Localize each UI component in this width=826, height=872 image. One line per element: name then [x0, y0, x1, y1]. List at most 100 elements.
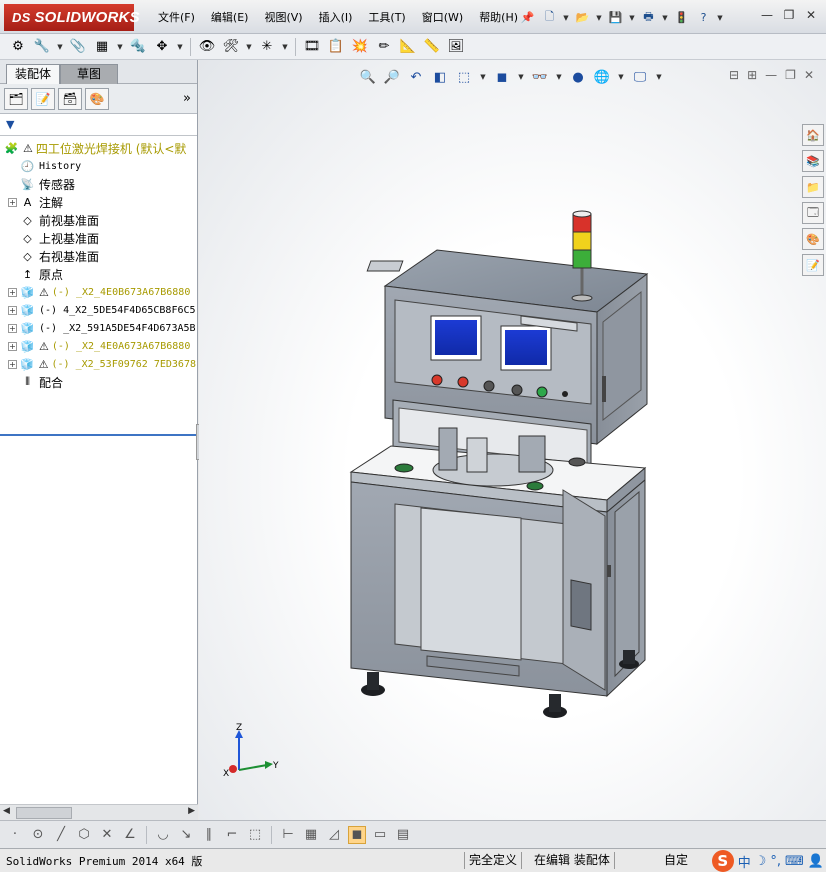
- smart-dimension-icon[interactable]: ↘: [177, 826, 195, 844]
- custom-properties-icon[interactable]: 📝: [802, 254, 824, 276]
- view-palette-icon[interactable]: 🗔: [802, 202, 824, 224]
- scroll-thumb[interactable]: [16, 807, 72, 819]
- tree-item[interactable]: + 🧊 (-) _X2_591A5DE54F4D673A5B: [0, 319, 196, 337]
- polygon-icon[interactable]: ⬡: [75, 826, 93, 844]
- file-explorer-icon[interactable]: 📁: [802, 176, 824, 198]
- restore-icon[interactable]: ❐: [782, 8, 796, 22]
- tree-item[interactable]: 🧩 ⚠ 四工位激光焊接机 (默认<默: [0, 139, 196, 157]
- parallel-icon[interactable]: ∥: [200, 826, 218, 844]
- sogou-ime-icon[interactable]: S: [711, 850, 734, 872]
- rebuild-traffic-light-icon[interactable]: 🚦: [672, 8, 691, 27]
- tree-item[interactable]: + A 注解: [0, 193, 196, 211]
- dimension-icon[interactable]: ⊢: [279, 826, 297, 844]
- tree-item[interactable]: + 🧊 ⚠ (-) _X2_4E0B673A67B6880: [0, 283, 196, 301]
- trim-icon[interactable]: ✕: [98, 826, 116, 844]
- explode-line-sketch-icon[interactable]: ✏: [374, 37, 394, 57]
- display-manager-icon[interactable]: 🎨: [85, 87, 109, 110]
- menu-item[interactable]: 插入(I): [311, 9, 361, 27]
- expand-toggle-icon[interactable]: +: [8, 341, 17, 351]
- feature-tree-icon[interactable]: 🗂: [4, 87, 28, 110]
- tab-sketch[interactable]: 草图: [60, 64, 119, 84]
- menu-item[interactable]: 编辑(E): [203, 9, 257, 27]
- move-dropdown[interactable]: ▼: [176, 43, 184, 51]
- new-part-icon[interactable]: 🔧: [32, 37, 52, 57]
- menu-item[interactable]: 窗口(W): [414, 9, 471, 27]
- move-component-icon[interactable]: ✥: [152, 37, 172, 57]
- point-icon[interactable]: ·: [6, 826, 24, 844]
- arc-icon[interactable]: ◡: [154, 826, 172, 844]
- property-manager-icon[interactable]: 📝: [31, 87, 55, 110]
- expand-toggle-icon[interactable]: +: [8, 287, 17, 297]
- angle-icon[interactable]: ∠: [121, 826, 139, 844]
- linear-pattern-icon[interactable]: ▦: [92, 37, 112, 57]
- new-dropdown-arrow[interactable]: ▼: [562, 14, 570, 22]
- save-icon[interactable]: 💾: [606, 8, 625, 27]
- smart-fasteners-icon[interactable]: 🔩: [128, 37, 148, 57]
- chevron-right-icon[interactable]: »: [183, 91, 191, 106]
- exploded-view-icon[interactable]: 💥: [350, 37, 370, 57]
- print-icon[interactable]: 🖶: [639, 8, 658, 27]
- tree-item[interactable]: ◇ 右视基准面: [0, 247, 196, 265]
- moon-icon[interactable]: ☽: [755, 854, 767, 869]
- interference-detection-icon[interactable]: 📐: [398, 37, 418, 57]
- bill-of-materials-icon[interactable]: 📋: [326, 37, 346, 57]
- keyboard-icon[interactable]: ⌨: [785, 854, 804, 869]
- print-dropdown-arrow[interactable]: ▼: [661, 14, 669, 22]
- save-dropdown-arrow[interactable]: ▼: [628, 14, 636, 22]
- insert-component-icon[interactable]: ⚙: [8, 37, 28, 57]
- help-dropdown-arrow[interactable]: ▼: [716, 14, 724, 22]
- tab-assembly[interactable]: 装配体: [6, 64, 61, 84]
- configuration-manager-icon[interactable]: 🗃: [58, 87, 82, 110]
- mate-icon[interactable]: 📎: [68, 37, 88, 57]
- new-part-dropdown[interactable]: ▼: [56, 43, 64, 51]
- menu-item[interactable]: 视图(V): [256, 9, 310, 27]
- features-dropdown[interactable]: ▼: [245, 43, 253, 51]
- tree-item[interactable]: + 🧊 ⚠ (-) _X2_4E0A673A67B6880: [0, 337, 196, 355]
- help-icon[interactable]: ?: [694, 8, 713, 27]
- shaded-view-icon[interactable]: ◼: [348, 825, 366, 844]
- appearances-icon[interactable]: 🎨: [802, 228, 824, 250]
- custom-units[interactable]: 自定: [660, 852, 692, 869]
- tree-item[interactable]: 🕘 History: [0, 157, 196, 175]
- window-layout-icon[interactable]: ▭: [371, 826, 389, 844]
- tree-item[interactable]: ⫴ 配合: [0, 373, 196, 391]
- user-icon[interactable]: 👤: [808, 854, 824, 869]
- expand-toggle-icon[interactable]: +: [8, 359, 17, 369]
- tree-filter[interactable]: ▼: [0, 114, 197, 136]
- rectangle-icon[interactable]: ⬚: [246, 826, 264, 844]
- triangle-icon[interactable]: ◿: [325, 826, 343, 844]
- scroll-right-arrow[interactable]: ▶: [188, 806, 195, 816]
- tree-item[interactable]: ↥ 原点: [0, 265, 196, 283]
- expand-toggle-icon[interactable]: +: [8, 305, 17, 315]
- tree-item[interactable]: + 🧊 ⚠ (-) _X2_53F09762 7ED3678: [0, 355, 196, 373]
- open-folder-icon[interactable]: 📂: [573, 8, 592, 27]
- line-icon[interactable]: ╱: [52, 826, 70, 844]
- clearance-verification-icon[interactable]: 📏: [422, 37, 442, 57]
- punctuation-icon[interactable]: °,: [770, 854, 781, 869]
- pin-icon[interactable]: 📌: [518, 8, 537, 27]
- circle-icon[interactable]: ⊙: [29, 826, 47, 844]
- corner-icon[interactable]: ⌐: [223, 826, 241, 844]
- horizontal-scrollbar[interactable]: ◀ ▶: [0, 804, 198, 820]
- grid-icon[interactable]: ▦: [302, 826, 320, 844]
- expand-toggle-icon[interactable]: +: [8, 197, 17, 207]
- home-icon[interactable]: 🏠: [802, 124, 824, 146]
- table-layout-icon[interactable]: ▤: [394, 826, 412, 844]
- reference-dropdown[interactable]: ▼: [281, 43, 289, 51]
- scroll-left-arrow[interactable]: ◀: [3, 806, 10, 816]
- filter-icon[interactable]: ▼: [6, 118, 14, 131]
- machine-3d-model[interactable]: [199, 60, 826, 820]
- reference-geometry-icon[interactable]: ✳: [257, 37, 277, 57]
- tree-item[interactable]: + 🧊 (-) 4_X2_5DE54F4D65CB8F6C5: [0, 301, 196, 319]
- new-motion-study-icon[interactable]: 🎞: [302, 37, 322, 57]
- show-hidden-icon[interactable]: 👁: [197, 37, 217, 57]
- design-library-icon[interactable]: 📚: [802, 150, 824, 172]
- instant3d-icon[interactable]: 🖼: [446, 37, 466, 57]
- tree-item[interactable]: ◇ 前视基准面: [0, 211, 196, 229]
- expand-toggle-icon[interactable]: +: [8, 323, 17, 333]
- solidworks-logo[interactable]: DS SOLIDWORKS: [4, 4, 140, 31]
- ime-language[interactable]: 中: [738, 852, 751, 871]
- menu-item[interactable]: 工具(T): [360, 9, 413, 27]
- tree-item[interactable]: 📡 传感器: [0, 175, 196, 193]
- new-document-icon[interactable]: 🗋: [540, 8, 559, 27]
